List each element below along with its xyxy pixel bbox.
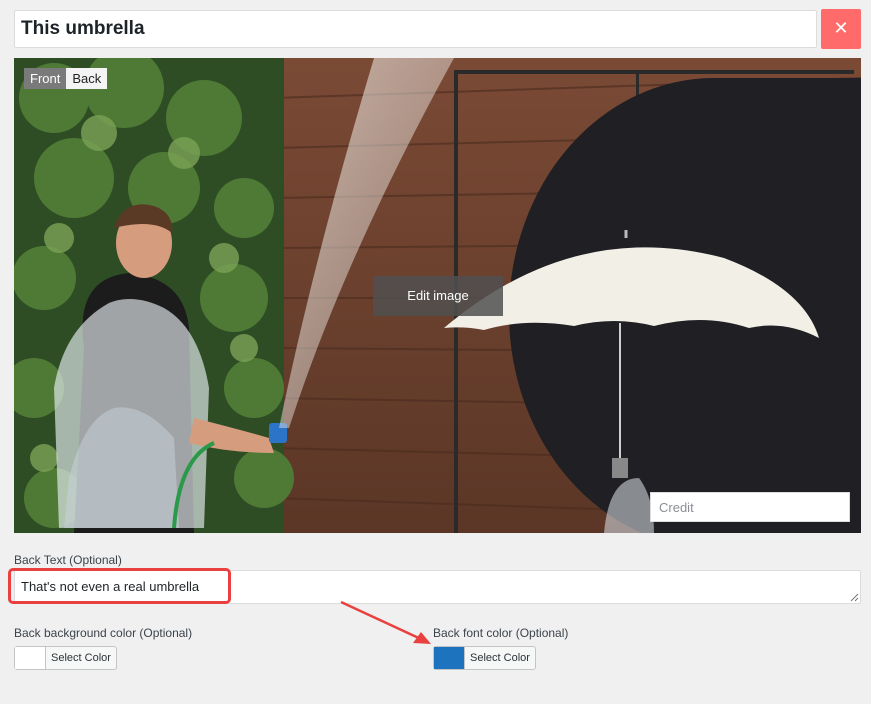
back-bg-color-picker[interactable]: Select Color xyxy=(14,646,117,670)
back-font-select-color-button[interactable]: Select Color xyxy=(465,647,535,669)
back-text-label: Back Text (Optional) xyxy=(14,553,122,567)
back-font-color-picker[interactable]: Select Color xyxy=(433,646,536,670)
back-bg-select-color-button[interactable]: Select Color xyxy=(46,647,116,669)
back-bg-color-swatch xyxy=(15,647,46,669)
edit-image-button[interactable]: Edit image xyxy=(373,276,503,316)
back-bg-color-label: Back background color (Optional) xyxy=(14,626,193,640)
close-button[interactable]: ✕ xyxy=(821,9,861,49)
front-face-button[interactable]: Front xyxy=(24,68,67,89)
card-title-input[interactable] xyxy=(14,10,817,48)
face-toggle: Front Back xyxy=(24,68,108,89)
back-font-color-label: Back font color (Optional) xyxy=(433,626,569,640)
back-font-color-swatch xyxy=(434,647,465,669)
back-text-input[interactable]: That's not even a real umbrella xyxy=(14,570,861,604)
card-image[interactable]: Front Back Edit image xyxy=(14,58,861,533)
resize-grip-icon[interactable] xyxy=(849,592,859,602)
back-face-button[interactable]: Back xyxy=(66,68,108,89)
credit-input[interactable] xyxy=(650,492,850,522)
arrow-annotation-icon xyxy=(340,600,431,644)
